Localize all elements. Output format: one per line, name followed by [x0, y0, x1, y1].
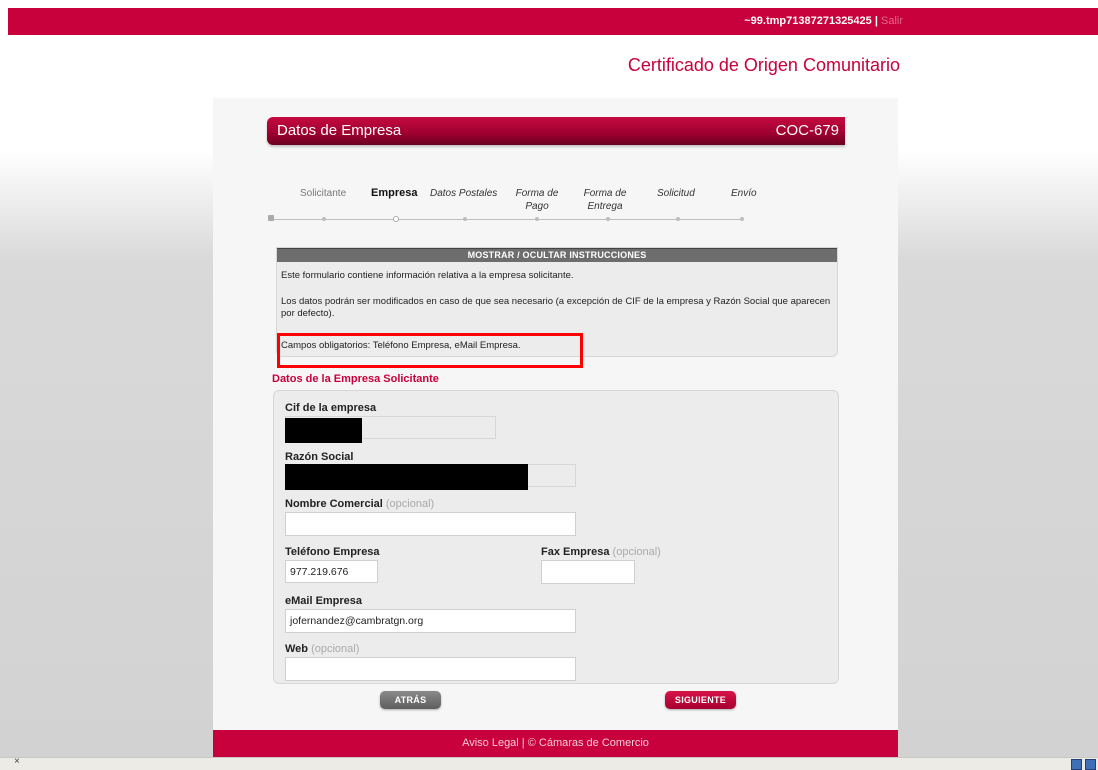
- session-user: ~99.tmp71387271325425 | Salir: [744, 15, 903, 27]
- footer[interactable]: Aviso Legal | © Cámaras de Comercio: [213, 730, 898, 757]
- optional-hint: (opcional): [612, 546, 661, 558]
- instructions-text-2: Los datos podrán ser modificados en caso…: [281, 296, 831, 319]
- app-title: Certificado de Origen Comunitario: [627, 55, 900, 75]
- progress-line: [270, 219, 742, 220]
- session-user-label: ~99.tmp71387271325425 |: [744, 15, 878, 27]
- optional-hint: (opcional): [385, 498, 435, 510]
- nombre-comercial-input[interactable]: [285, 512, 576, 536]
- progress-dot: [535, 217, 539, 221]
- fax-label: Fax Empresa (opcional): [541, 546, 661, 558]
- progress-dot: [606, 217, 610, 221]
- step-empresa: Empresa: [371, 187, 418, 199]
- nombre-comercial-label: Nombre Comercial (opcional): [285, 498, 434, 510]
- back-button[interactable]: ATRÁS: [380, 691, 441, 709]
- annotation-highlight: [277, 333, 583, 368]
- progress-dot-current: [393, 216, 399, 222]
- redaction: [285, 464, 528, 490]
- request-code: COC-679: [775, 122, 839, 139]
- cif-label: Cif de la empresa: [285, 402, 377, 414]
- nombre-comercial-label-text: Nombre Comercial: [285, 498, 383, 510]
- progress-dot: [463, 217, 467, 221]
- section-title: Datos de Empresa: [277, 122, 402, 139]
- redaction: [285, 418, 362, 443]
- fax-input[interactable]: [541, 560, 635, 584]
- step-envio: Envío: [731, 188, 757, 199]
- step-forma-pago: Forma de Pago: [515, 188, 559, 212]
- web-label: Web (opcional): [285, 643, 359, 655]
- email-input[interactable]: jofernandez@cambratgn.org: [285, 609, 576, 633]
- section-header: Datos de Empresa COC-679: [267, 117, 845, 145]
- step-forma-entrega: Forma de Entrega: [583, 188, 627, 212]
- razon-social-label: Razón Social: [285, 451, 354, 463]
- window-icon[interactable]: [1071, 759, 1082, 770]
- optional-hint: (opcional): [311, 643, 360, 655]
- logout-link[interactable]: Salir: [881, 15, 903, 27]
- step-solicitud: Solicitud: [657, 188, 695, 199]
- progress-dot: [322, 217, 326, 221]
- form-heading: Datos de la Empresa Solicitante: [272, 373, 439, 385]
- instructions-text-1: Este formulario contiene información rel…: [281, 270, 574, 281]
- fax-label-text: Fax Empresa: [541, 546, 610, 558]
- browser-status-bar: ×: [0, 756, 1098, 770]
- progress-dot: [676, 217, 680, 221]
- telefono-label: Teléfono Empresa: [285, 546, 380, 558]
- web-label-text: Web: [285, 643, 309, 655]
- toggle-instructions-button[interactable]: MOSTRAR / OCULTAR INSTRUCCIONES: [277, 248, 837, 262]
- top-bar: ~99.tmp71387271325425 | Salir: [8, 8, 1098, 35]
- window-icon[interactable]: [1085, 759, 1096, 770]
- close-icon[interactable]: ×: [14, 756, 20, 767]
- next-button[interactable]: SIGUIENTE: [665, 691, 736, 709]
- web-input[interactable]: [285, 657, 576, 681]
- email-label: eMail Empresa: [285, 595, 363, 607]
- progress-dot: [740, 217, 744, 221]
- telefono-input[interactable]: 977.219.676: [285, 560, 378, 583]
- step-datos-postales: Datos Postales: [430, 188, 498, 199]
- step-solicitante[interactable]: Solicitante: [300, 187, 346, 200]
- progress-dot: [268, 215, 274, 221]
